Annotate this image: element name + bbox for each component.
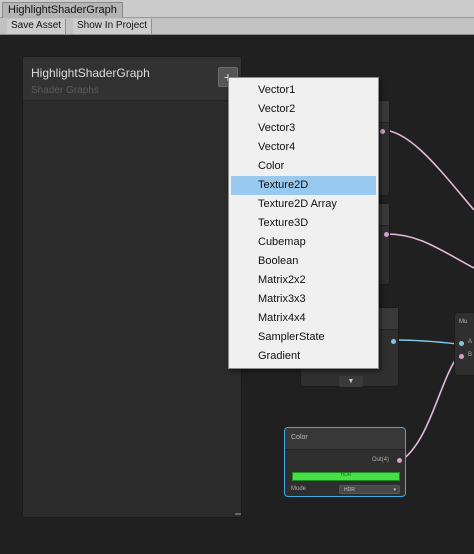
dropdown-arrow-icon: ▾ bbox=[393, 487, 396, 493]
blackboard-subtitle: Shader Graphs bbox=[31, 85, 99, 96]
output-port[interactable] bbox=[391, 339, 396, 344]
edge-blue bbox=[394, 339, 459, 345]
menu-item-gradient[interactable]: Gradient bbox=[231, 347, 376, 366]
menu-item-matrix3x3[interactable]: Matrix3x3 bbox=[231, 290, 376, 309]
menu-item-samplerstate[interactable]: SamplerState bbox=[231, 328, 376, 347]
menu-item-matrix4x4[interactable]: Matrix4x4 bbox=[231, 309, 376, 328]
edge-color-to-multiply bbox=[401, 355, 459, 461]
menu-item-vector4[interactable]: Vector4 bbox=[231, 138, 376, 157]
blackboard-panel: HighlightShaderGraph Shader Graphs + bbox=[22, 56, 242, 518]
port-a-label: A bbox=[468, 339, 473, 345]
multiply-node-title: Mu bbox=[459, 319, 468, 325]
menu-item-vector3[interactable]: Vector3 bbox=[231, 119, 376, 138]
menu-item-cubemap[interactable]: Cubemap bbox=[231, 233, 376, 252]
edge-middle bbox=[385, 233, 474, 269]
port-b-label: B bbox=[468, 352, 473, 358]
property-type-menu: Vector1 Vector2 Vector3 Vector4 Color Texture… bbox=[228, 77, 379, 369]
output-port[interactable] bbox=[384, 232, 389, 237]
hdr-label: HDR bbox=[340, 472, 352, 478]
color-node-title: Color bbox=[291, 434, 308, 441]
blackboard-header: HighlightShaderGraph Shader Graphs + bbox=[23, 57, 241, 101]
menu-item-texture3d[interactable]: Texture3D bbox=[231, 214, 376, 233]
mode-dropdown[interactable]: HDR ▾ bbox=[339, 485, 400, 494]
mode-label: Mode bbox=[291, 486, 307, 492]
input-port-b[interactable] bbox=[459, 354, 464, 359]
menu-item-boolean[interactable]: Boolean bbox=[231, 252, 376, 271]
blackboard-title: HighlightShaderGraph bbox=[31, 66, 150, 80]
menu-item-vector1[interactable]: Vector1 bbox=[231, 81, 376, 100]
color-node-output-label: Out(4) bbox=[372, 457, 390, 463]
color-node-header[interactable]: Color bbox=[285, 428, 405, 450]
color-swatch[interactable]: HDR bbox=[292, 472, 400, 481]
color-node-output-port[interactable] bbox=[397, 458, 402, 463]
color-node[interactable]: Color Out(4) HDR Mode HDR ▾ bbox=[284, 427, 406, 497]
menu-item-matrix2x2[interactable]: Matrix2x2 bbox=[231, 271, 376, 290]
output-port[interactable] bbox=[380, 129, 385, 134]
mode-value: HDR bbox=[344, 487, 355, 493]
menu-item-color[interactable]: Color bbox=[231, 157, 376, 176]
edge-top bbox=[381, 129, 474, 211]
resize-handle[interactable] bbox=[235, 513, 241, 515]
menu-item-vector2[interactable]: Vector2 bbox=[231, 100, 376, 119]
menu-item-texture2d[interactable]: Texture2D bbox=[231, 176, 376, 195]
menu-item-texture2d-array[interactable]: Texture2D Array bbox=[231, 195, 376, 214]
chevron-down-icon[interactable]: ▼ bbox=[339, 376, 363, 387]
multiply-node[interactable]: Mu A B bbox=[454, 312, 474, 376]
input-port-a[interactable] bbox=[459, 341, 464, 346]
